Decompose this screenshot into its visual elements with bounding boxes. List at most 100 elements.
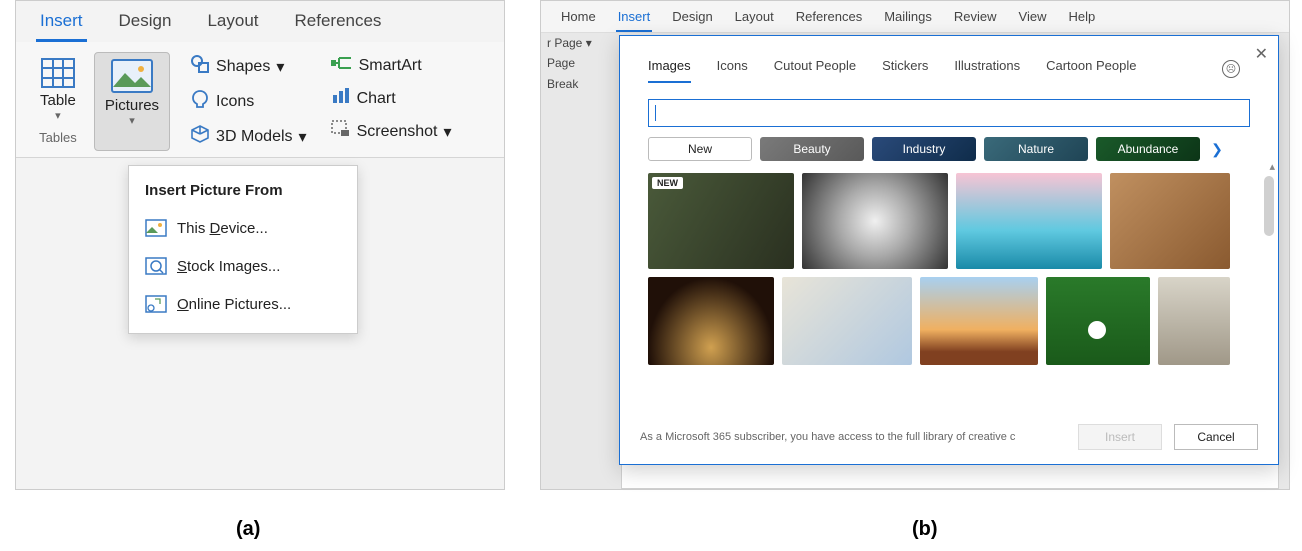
- new-badge: NEW: [652, 177, 683, 189]
- stock-images-icon: [145, 257, 167, 275]
- dialog-tab-cartoon-people[interactable]: Cartoon People: [1046, 58, 1136, 83]
- ribbon-body: Table ▾ Tables Pictures ▾ Shapes ▾: [16, 42, 504, 158]
- tables-group-label: Tables: [39, 130, 77, 145]
- picture-icon: [111, 59, 153, 97]
- tab-layout[interactable]: Layout: [203, 7, 262, 42]
- icons-label: Icons: [216, 93, 254, 111]
- dialog-footer: As a Microsoft 365 subscriber, you have …: [620, 412, 1278, 464]
- image-thumbnail[interactable]: [1046, 277, 1150, 365]
- tab-design[interactable]: Design: [115, 7, 176, 42]
- smartart-icon: [331, 54, 353, 77]
- dialog-tab-stickers[interactable]: Stickers: [882, 58, 928, 83]
- tab-insert[interactable]: Insert: [36, 7, 87, 42]
- caption-b: (b): [912, 518, 938, 541]
- smartart-button[interactable]: SmartArt: [327, 52, 456, 79]
- image-thumbnail[interactable]: [648, 277, 774, 365]
- dialog-tab-images[interactable]: Images: [648, 58, 691, 83]
- chevron-down-icon: ▾: [276, 57, 284, 77]
- dialog-tabs: Images Icons Cutout People Stickers Illu…: [620, 36, 1278, 83]
- chart-button[interactable]: Chart: [327, 85, 456, 112]
- thumb-row: NEW: [648, 173, 1250, 269]
- table-button[interactable]: Table ▾: [30, 52, 86, 128]
- scroll-up-icon[interactable]: ▴: [1269, 160, 1275, 173]
- 3d-models-button[interactable]: 3D Models ▾: [186, 122, 311, 151]
- ribbon-tabs-b: Home Insert Design Layout References Mai…: [541, 1, 1289, 33]
- image-thumbnail[interactable]: [802, 173, 948, 269]
- table-label: Table: [40, 92, 76, 109]
- dropdown-item-online-pictures[interactable]: Online Pictures...: [129, 285, 357, 323]
- 3d-models-label: 3D Models: [216, 128, 292, 146]
- pictures-dropdown: Insert Picture From This Device... Stock…: [128, 165, 358, 334]
- image-thumbnail[interactable]: [956, 173, 1102, 269]
- tab-insert-b[interactable]: Insert: [616, 5, 653, 32]
- panel-a-ribbon: Insert Design Layout References Table ▾ …: [15, 0, 505, 490]
- tab-references[interactable]: References: [291, 7, 386, 42]
- tab-references-b[interactable]: References: [794, 5, 864, 32]
- tab-help[interactable]: Help: [1066, 5, 1097, 32]
- search-input[interactable]: [648, 99, 1250, 127]
- chart-icon: [331, 87, 351, 110]
- dropdown-title: Insert Picture From: [129, 176, 357, 209]
- image-grid: NEW: [620, 161, 1278, 412]
- dialog-tab-icons[interactable]: Icons: [717, 58, 748, 83]
- dropdown-item-this-device[interactable]: This Device...: [129, 209, 357, 247]
- chip-industry[interactable]: Industry: [872, 137, 976, 161]
- thumb-row: [648, 277, 1250, 365]
- image-thumbnail[interactable]: [1158, 277, 1230, 365]
- chips-next-button[interactable]: ❯: [1208, 137, 1226, 161]
- online-pictures-icon: [145, 295, 167, 313]
- tab-mailings[interactable]: Mailings: [882, 5, 934, 32]
- sidebar-item[interactable]: Page: [547, 53, 605, 73]
- scrollbar-thumb[interactable]: [1264, 176, 1274, 236]
- close-button[interactable]: ✕: [1255, 44, 1268, 64]
- image-thumbnail[interactable]: [782, 277, 912, 365]
- chevron-down-icon: ▾: [299, 127, 307, 147]
- footer-message: As a Microsoft 365 subscriber, you have …: [640, 431, 1066, 443]
- text-cursor: [655, 105, 656, 121]
- smartart-column: SmartArt Chart Screenshot ▾: [319, 52, 456, 151]
- cube-icon: [190, 124, 210, 149]
- tab-design-b[interactable]: Design: [670, 5, 714, 32]
- sidebar-item[interactable]: r Page ▾: [547, 33, 605, 53]
- device-picture-icon: [145, 219, 167, 237]
- image-thumbnail[interactable]: [1110, 173, 1230, 269]
- screenshot-label: Screenshot: [357, 123, 438, 141]
- chip-new[interactable]: New: [648, 137, 752, 161]
- dropdown-item-label: This Device...: [177, 220, 268, 237]
- icons-button[interactable]: Icons: [186, 87, 311, 116]
- feedback-face-icon[interactable]: ☹: [1222, 60, 1240, 78]
- tab-layout-b[interactable]: Layout: [733, 5, 776, 32]
- stock-images-dialog: ✕ ☹ Images Icons Cutout People Stickers …: [619, 35, 1279, 465]
- screenshot-icon: [331, 120, 351, 143]
- smartart-label: SmartArt: [359, 57, 422, 75]
- chip-beauty[interactable]: Beauty: [760, 137, 864, 161]
- table-icon: [41, 58, 75, 92]
- tab-view[interactable]: View: [1017, 5, 1049, 32]
- pages-mini-panel: r Page ▾ Page Break: [541, 27, 611, 100]
- caption-a: (a): [236, 518, 260, 541]
- screenshot-button[interactable]: Screenshot ▾: [327, 118, 456, 145]
- shapes-button[interactable]: Shapes ▾: [186, 52, 311, 81]
- panel-b-window: Home Insert Design Layout References Mai…: [540, 0, 1290, 490]
- pictures-button[interactable]: Pictures ▾: [94, 52, 170, 151]
- image-thumbnail[interactable]: [920, 277, 1038, 365]
- shapes-column: Shapes ▾ Icons 3D Models ▾: [178, 52, 311, 151]
- icons-icon: [190, 89, 210, 114]
- dialog-tab-illustrations[interactable]: Illustrations: [954, 58, 1020, 83]
- chip-nature[interactable]: Nature: [984, 137, 1088, 161]
- ribbon-tabs-a: Insert Design Layout References: [16, 1, 504, 42]
- cancel-button[interactable]: Cancel: [1174, 424, 1258, 450]
- shapes-label: Shapes: [216, 58, 270, 76]
- chevron-down-icon: ▾: [129, 114, 135, 127]
- dropdown-item-stock-images[interactable]: Stock Images...: [129, 247, 357, 285]
- tab-review[interactable]: Review: [952, 5, 999, 32]
- tables-group: Table ▾ Tables: [30, 52, 86, 151]
- pictures-label: Pictures: [105, 97, 159, 114]
- insert-button[interactable]: Insert: [1078, 424, 1162, 450]
- sidebar-item[interactable]: Break: [547, 74, 605, 94]
- dropdown-item-label: Online Pictures...: [177, 296, 291, 313]
- chip-abundance[interactable]: Abundance: [1096, 137, 1200, 161]
- chevron-down-icon: ▾: [55, 109, 61, 122]
- dialog-tab-cutout-people[interactable]: Cutout People: [774, 58, 856, 83]
- image-thumbnail[interactable]: NEW: [648, 173, 794, 269]
